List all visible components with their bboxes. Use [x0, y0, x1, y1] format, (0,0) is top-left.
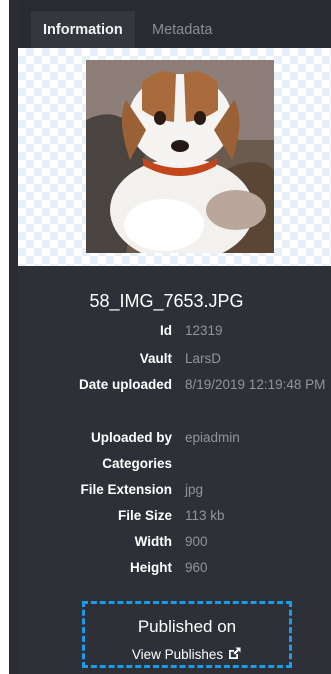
property-row-height: Height 960 [18, 560, 331, 585]
external-link-icon [227, 646, 242, 664]
tab-metadata[interactable]: Metadata [140, 11, 224, 48]
property-value: 960 [185, 560, 208, 575]
property-label: Width [134, 534, 172, 549]
view-publishes-link[interactable]: View Publishes [85, 646, 289, 664]
property-label: Id [160, 323, 172, 338]
property-label: Vault [139, 351, 172, 366]
property-value: jpg [185, 482, 204, 497]
property-value: 12319 [185, 323, 223, 338]
tab-bar: Information Metadata [18, 0, 331, 48]
image-preview [18, 48, 331, 266]
property-label: Height [130, 560, 172, 575]
property-value: LarsD [185, 351, 222, 366]
property-row-id: Id 12319 [18, 323, 331, 348]
asset-info-panel: Information Metadata 58_IMG_7653.JPG Id … [0, 0, 331, 674]
property-row-uploaded-by: Uploaded by epiadmin [18, 430, 331, 455]
published-on-section: Published on View Publishes [82, 601, 292, 668]
property-label: Date uploaded [78, 377, 172, 392]
property-label: File Size [117, 508, 172, 523]
property-value: 8/19/2019 12:19:48 PM [185, 377, 326, 392]
left-edge-shadow [9, 0, 18, 674]
tab-information[interactable]: Information [31, 11, 135, 48]
property-value: epiadmin [185, 430, 240, 445]
file-name: 58_IMG_7653.JPG [89, 291, 244, 311]
property-row-date-uploaded: Date uploaded 8/19/2019 12:19:48 PM [18, 377, 331, 402]
published-on-title: Published on [137, 617, 237, 636]
property-label: Uploaded by [90, 430, 172, 445]
puppy-photo [86, 60, 274, 253]
left-edge-strip [0, 0, 9, 674]
property-value: 900 [185, 534, 208, 549]
property-label: File Extension [80, 482, 172, 497]
property-label: Categories [102, 456, 172, 471]
photo-illustration [86, 60, 274, 253]
view-publishes-label: View Publishes [131, 647, 224, 662]
property-value: 113 kb [185, 508, 225, 523]
